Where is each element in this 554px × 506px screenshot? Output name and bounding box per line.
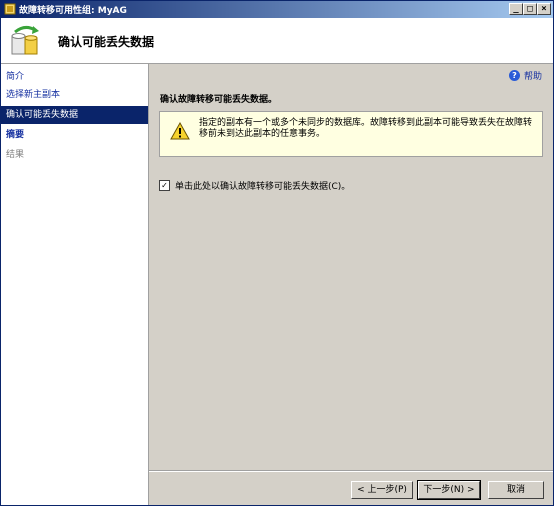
close-button[interactable]: ×: [537, 3, 551, 15]
window-title: 故障转移可用性组: MyAG: [19, 6, 127, 16]
cancel-button[interactable]: 取消: [488, 481, 544, 499]
nav-item-summary[interactable]: 摘要: [1, 126, 148, 144]
nav-item-intro[interactable]: 简介: [1, 68, 148, 86]
content-heading: 确认故障转移可能丢失数据。: [160, 95, 278, 105]
help-label: 帮助: [523, 72, 542, 82]
warning-icon: [170, 122, 190, 140]
wizard-window: 故障转移可用性组: MyAG _ □ × 确认可能丢失数据 简介 选择新主副本 …: [0, 0, 554, 506]
wizard-header: 确认可能丢失数据: [1, 18, 553, 64]
confirm-data-loss-checkbox[interactable]: ✓: [159, 180, 170, 191]
nav-item-select-primary[interactable]: 选择新主副本: [1, 86, 148, 104]
nav-item-confirm-data-loss[interactable]: 确认可能丢失数据: [1, 106, 148, 124]
previous-button[interactable]: < 上一步(P): [351, 481, 413, 499]
wizard-nav: 简介 选择新主副本 确认可能丢失数据 摘要 结果: [1, 64, 149, 505]
warning-message: 指定的副本有一个或多个未同步的数据库。故障转移到此副本可能导致丢失在故障转移前未…: [199, 118, 533, 139]
confirm-data-loss-label[interactable]: 单击此处以确认故障转移可能丢失数据(C)。: [175, 179, 350, 192]
help-icon: ?: [508, 70, 520, 81]
page-title: 确认可能丢失数据: [58, 35, 155, 49]
title-bar[interactable]: 故障转移可用性组: MyAG _ □ ×: [1, 1, 553, 18]
confirm-data-loss-row[interactable]: ✓ 单击此处以确认故障转移可能丢失数据(C)。: [159, 179, 350, 192]
database-icon: [4, 3, 16, 15]
maximize-button[interactable]: □: [523, 3, 537, 15]
nav-item-results: 结果: [6, 150, 25, 160]
help-link[interactable]: ? 帮助: [508, 69, 542, 82]
failover-database-icon: [11, 25, 39, 55]
wizard-content: ? 帮助 确认故障转移可能丢失数据。 指定的副本有一个或多个未同步的数据库。故障…: [149, 64, 553, 505]
minimize-button[interactable]: _: [509, 3, 523, 15]
footer-divider: [149, 470, 553, 472]
warning-panel: 指定的副本有一个或多个未同步的数据库。故障转移到此副本可能导致丢失在故障转移前未…: [159, 111, 543, 157]
next-button[interactable]: 下一步(N) >: [417, 480, 481, 500]
